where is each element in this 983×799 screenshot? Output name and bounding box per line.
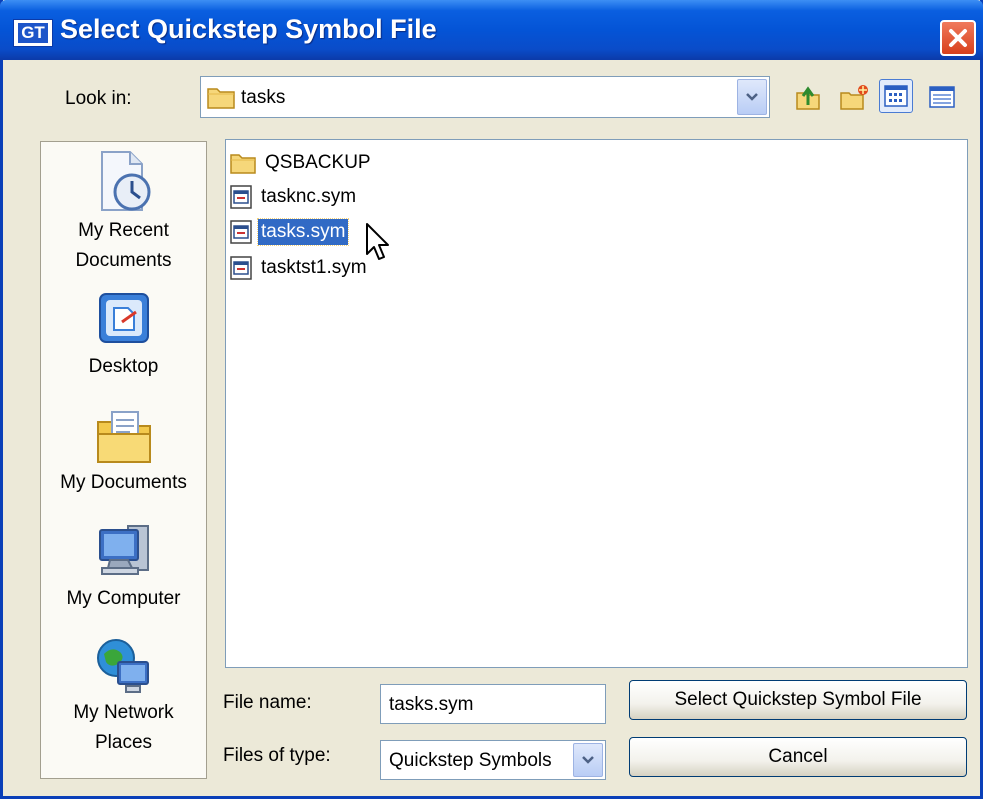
list-view-button[interactable] bbox=[879, 79, 913, 113]
look-in-label: Look in: bbox=[65, 88, 132, 109]
title-bar[interactable]: GT Select Quickstep Symbol File bbox=[0, 0, 983, 60]
folder-icon bbox=[207, 88, 235, 109]
create-new-folder-button[interactable] bbox=[837, 80, 871, 114]
mouse-cursor-icon bbox=[366, 223, 389, 260]
place-label: My Computer bbox=[66, 588, 181, 609]
file-item-tasktst1[interactable]: tasktst1.sym bbox=[230, 253, 370, 283]
place-recent-documents[interactable]: My Recent Documents bbox=[41, 148, 206, 276]
file-name: tasknc.sym bbox=[261, 186, 357, 207]
my-computer-icon bbox=[98, 525, 149, 575]
my-documents-icon bbox=[96, 411, 151, 463]
place-network-places[interactable]: My Network Places bbox=[41, 634, 206, 758]
cancel-button[interactable]: Cancel bbox=[629, 737, 967, 777]
chevron-down-icon bbox=[746, 93, 758, 101]
folder-icon bbox=[230, 154, 256, 174]
place-label: Desktop bbox=[88, 356, 159, 377]
file-name-field[interactable]: tasks.sym bbox=[380, 684, 606, 724]
place-my-documents[interactable]: My Documents bbox=[41, 404, 206, 498]
places-bar: My Recent Documents Desktop My Documents bbox=[40, 141, 207, 779]
up-one-level-button[interactable] bbox=[791, 80, 825, 114]
place-label: My Network bbox=[73, 702, 174, 723]
files-of-type-label: Files of type: bbox=[223, 745, 331, 766]
app-icon: GT bbox=[13, 19, 53, 47]
file-name: QSBACKUP bbox=[265, 152, 371, 173]
files-of-type-dropdown-button[interactable] bbox=[573, 743, 603, 777]
place-label: My Documents bbox=[60, 472, 187, 493]
app-icon-text: GT bbox=[18, 23, 48, 43]
list-view-icon bbox=[884, 85, 908, 107]
close-icon bbox=[949, 29, 967, 47]
place-label: Documents bbox=[75, 250, 172, 271]
file-item-tasknc[interactable]: tasknc.sym bbox=[230, 182, 359, 212]
details-view-icon bbox=[929, 86, 955, 108]
select-file-dialog: GT Select Quickstep Symbol File Look in:… bbox=[0, 0, 983, 799]
file-item-tasks[interactable]: tasks.sym bbox=[230, 217, 350, 247]
window-title: Select Quickstep Symbol File bbox=[60, 14, 437, 44]
recent-documents-icon bbox=[100, 151, 150, 211]
file-list[interactable]: QSBACKUP tasknc.sym tasks.sym tasktst1.s… bbox=[225, 139, 968, 668]
file-item-qsbackup[interactable]: QSBACKUP bbox=[230, 148, 374, 178]
file-name-label: File name: bbox=[223, 692, 312, 713]
file-name: tasktst1.sym bbox=[261, 257, 367, 278]
file-name: tasks.sym bbox=[256, 218, 350, 246]
symbol-file-icon bbox=[230, 220, 252, 244]
desktop-icon bbox=[98, 293, 149, 343]
place-my-computer[interactable]: My Computer bbox=[41, 520, 206, 614]
files-of-type-value: Quickstep Symbols bbox=[389, 750, 552, 771]
look-in-dropdown-button[interactable] bbox=[737, 79, 767, 115]
chevron-down-icon bbox=[582, 756, 594, 764]
symbol-file-icon bbox=[230, 185, 252, 209]
look-in-value: tasks bbox=[241, 87, 286, 108]
place-desktop[interactable]: Desktop bbox=[41, 288, 206, 382]
symbol-file-icon bbox=[230, 256, 252, 280]
files-of-type-dropdown[interactable]: Quickstep Symbols bbox=[380, 740, 606, 780]
look-in-dropdown[interactable]: tasks bbox=[200, 76, 770, 118]
details-view-button[interactable] bbox=[925, 80, 959, 114]
close-button[interactable] bbox=[940, 20, 976, 56]
place-label: Places bbox=[94, 732, 153, 753]
create-new-folder-icon bbox=[840, 85, 868, 110]
place-label: My Recent bbox=[78, 220, 169, 241]
up-one-level-icon bbox=[796, 86, 820, 110]
select-symbol-file-button[interactable]: Select Quickstep Symbol File bbox=[629, 680, 967, 720]
network-places-icon bbox=[96, 639, 149, 693]
